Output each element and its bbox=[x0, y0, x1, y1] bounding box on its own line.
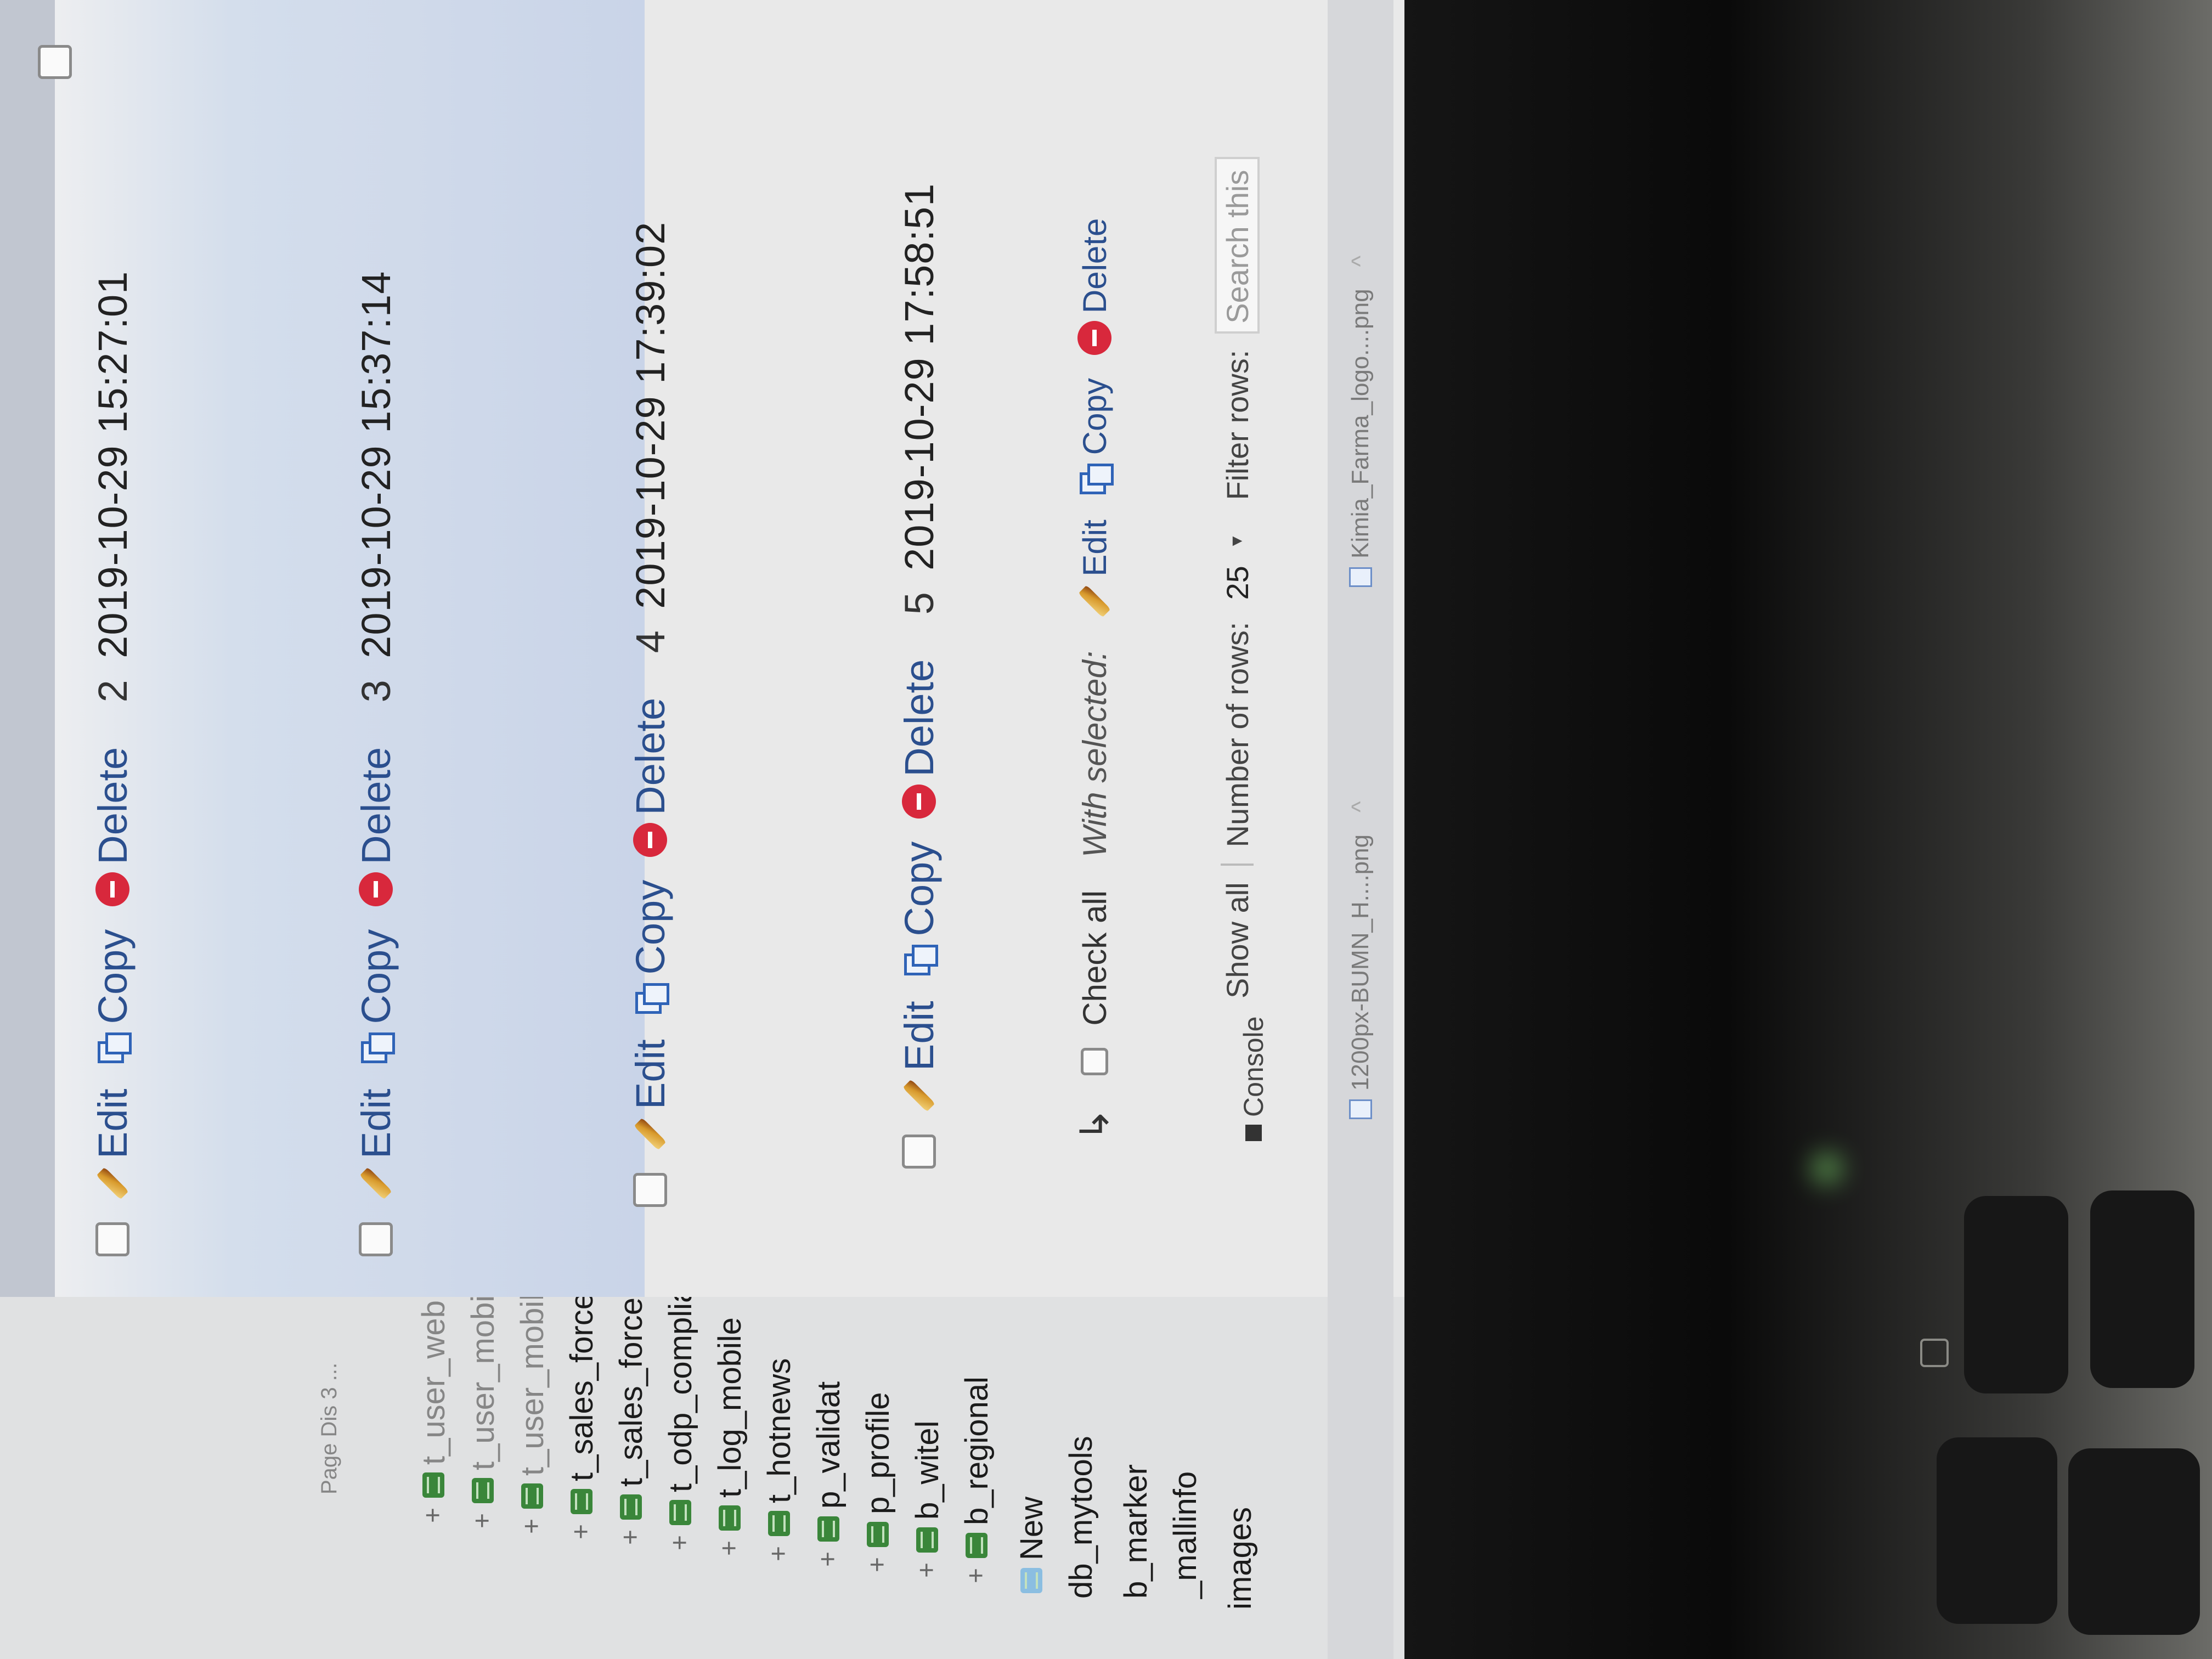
edit-link[interactable]: Edit bbox=[89, 1088, 136, 1200]
cell-date: 2019-10-29 17:58:51 bbox=[896, 183, 942, 571]
paging-toolbar: Show all Number of rows: 25 ▼ Filter row… bbox=[1207, 156, 1267, 998]
with-selected-toolbar: ↳ Check all With selected: Edit Copy Del… bbox=[1064, 195, 1125, 1141]
row-checkbox[interactable] bbox=[633, 1173, 667, 1207]
browse-rows bbox=[0, 0, 1404, 1659]
delete-icon bbox=[1077, 321, 1111, 356]
cell-date: 2019-10-29 15:27:01 bbox=[89, 270, 136, 658]
keyboard-key bbox=[1964, 1196, 2068, 1393]
download-filename: 1200px-BUMN_H....png bbox=[1347, 834, 1374, 1091]
download-item[interactable]: 1200px-BUMN_H....png ^ bbox=[1339, 801, 1383, 1119]
pencil-icon bbox=[634, 1118, 667, 1150]
cell-date: 2019-10-29 17:39:02 bbox=[627, 221, 673, 609]
copy-icon bbox=[359, 1031, 393, 1065]
show-all-checkbox-label[interactable]: Show all bbox=[1220, 882, 1255, 998]
delete-icon bbox=[359, 872, 393, 906]
file-icon bbox=[1349, 567, 1372, 587]
check-all-checkbox[interactable] bbox=[1081, 1047, 1108, 1075]
power-led bbox=[1810, 1152, 1843, 1185]
copy-link[interactable]: Copy bbox=[353, 929, 399, 1066]
copy-icon bbox=[1077, 462, 1111, 496]
pencil-icon bbox=[1078, 585, 1111, 618]
table-row: Edit Copy Delete 3 2019-10-29 15:37:14 bbox=[346, 271, 406, 1256]
cell-id: 4 bbox=[627, 630, 673, 653]
chevron-up-icon[interactable]: ^ bbox=[1347, 801, 1374, 812]
delete-link[interactable]: Delete bbox=[896, 659, 943, 819]
divider bbox=[1221, 864, 1254, 866]
copy-link[interactable]: Copy bbox=[896, 842, 943, 978]
chevron-up-icon[interactable]: ^ bbox=[1347, 256, 1374, 267]
file-icon bbox=[1349, 1099, 1372, 1119]
filter-rows-label: Filter rows: bbox=[1220, 349, 1255, 500]
cell-id: 2 bbox=[89, 680, 136, 703]
cell-id: 3 bbox=[353, 680, 399, 703]
pencil-icon bbox=[96, 1167, 129, 1200]
delete-link[interactable]: Delete bbox=[353, 747, 399, 906]
edit-link[interactable]: Edit bbox=[896, 1001, 943, 1113]
download-item[interactable]: Kimia_Farma_logo....png ^ bbox=[1339, 256, 1383, 587]
console-label: Console bbox=[1238, 1016, 1269, 1117]
cell-date: 2019-10-29 15:37:14 bbox=[353, 270, 399, 658]
copy-link[interactable]: Copy bbox=[89, 929, 136, 1066]
delete-link[interactable]: Delete bbox=[627, 698, 674, 857]
check-all-label[interactable]: Check all bbox=[1076, 890, 1114, 1026]
copy-icon bbox=[95, 1031, 129, 1065]
edit-link[interactable]: Edit bbox=[353, 1088, 399, 1200]
row-checkbox[interactable] bbox=[95, 1222, 129, 1256]
pencil-icon bbox=[902, 1079, 935, 1112]
row-checkbox[interactable] bbox=[902, 1135, 936, 1169]
pencil-icon bbox=[359, 1167, 392, 1200]
port-icon bbox=[1920, 1339, 1949, 1367]
chevron-down-icon[interactable]: ▼ bbox=[1228, 533, 1246, 550]
table-row: Edit Copy Delete 4 2019-10-29 17:39:02 bbox=[620, 222, 680, 1207]
filter-rows-input[interactable]: Search this bbox=[1215, 156, 1260, 334]
delete-icon bbox=[902, 784, 936, 819]
console-icon bbox=[1245, 1125, 1262, 1141]
keyboard-key bbox=[2090, 1190, 2194, 1388]
edit-link[interactable]: Edit bbox=[627, 1039, 674, 1151]
download-filename: Kimia_Farma_logo....png bbox=[1347, 289, 1374, 558]
delete-icon bbox=[633, 822, 667, 857]
delete-link[interactable]: Delete bbox=[89, 747, 136, 906]
laptop-bezel bbox=[1404, 0, 2212, 1659]
table-row: Edit Copy Delete 5 2019-10-29 17:58:51 bbox=[889, 183, 949, 1169]
bulk-copy-link[interactable]: Copy bbox=[1076, 378, 1114, 496]
copy-link[interactable]: Copy bbox=[627, 880, 674, 1017]
cell-id: 5 bbox=[896, 592, 942, 615]
copy-icon bbox=[902, 944, 936, 978]
row-checkbox[interactable] bbox=[359, 1222, 393, 1256]
corner-arrow-icon: ↳ bbox=[1073, 1108, 1117, 1141]
copy-icon bbox=[633, 982, 667, 1016]
bulk-delete-link[interactable]: Delete bbox=[1076, 218, 1114, 356]
keyboard-key bbox=[1937, 1437, 2057, 1624]
with-selected-label: With selected: bbox=[1076, 651, 1113, 857]
console-tab[interactable]: Console bbox=[1234, 1017, 1273, 1141]
delete-icon bbox=[95, 872, 129, 906]
number-of-rows-label: Number of rows: bbox=[1220, 622, 1255, 848]
rows-per-page-select[interactable]: 25 bbox=[1220, 566, 1255, 600]
keyboard-key bbox=[2068, 1448, 2200, 1635]
bulk-edit-link[interactable]: Edit bbox=[1076, 520, 1114, 618]
table-row: Edit Copy Delete 2 2019-10-29 15:27:01 bbox=[82, 271, 143, 1256]
